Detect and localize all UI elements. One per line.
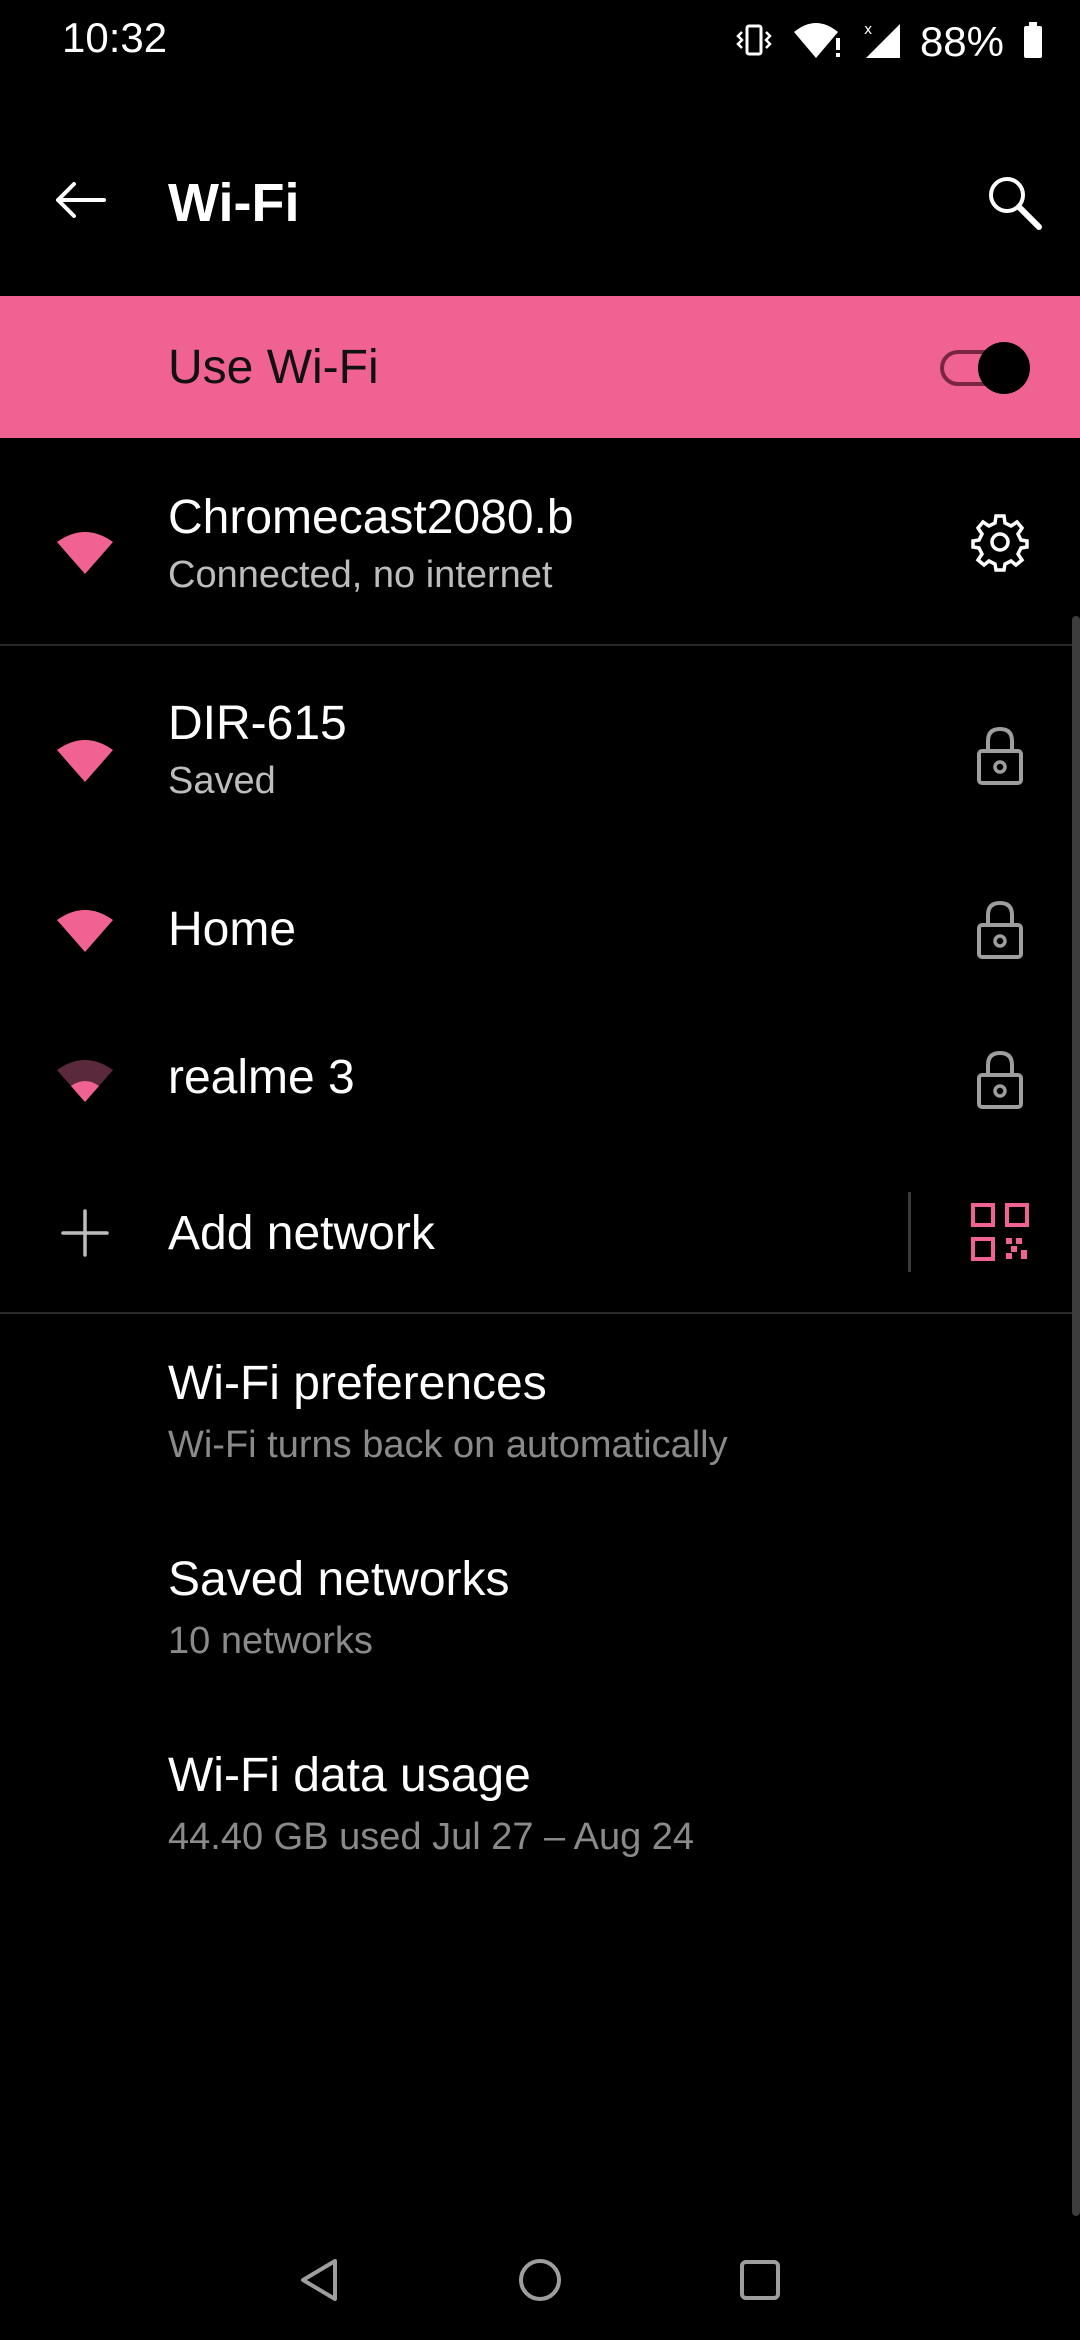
wifi-preferences-subtitle: Wi-Fi turns back on automatically: [168, 1424, 728, 1466]
scrollbar[interactable]: [1072, 616, 1080, 2216]
battery-icon: [1022, 20, 1044, 65]
wifi-signal-weak-icon: [50, 1046, 120, 1116]
use-wifi-label: Use Wi-Fi: [168, 341, 379, 394]
connected-network-row[interactable]: Chromecast2080.b Connected, no internet: [0, 470, 1080, 640]
vibrate-icon: [734, 20, 774, 65]
saved-networks-row[interactable]: Saved networks 10 networks: [0, 1540, 1080, 1710]
search-icon: [989, 177, 1042, 230]
back-button[interactable]: [40, 160, 120, 240]
circle-home-icon: [519, 2259, 561, 2301]
divider: [0, 644, 1080, 646]
lock-icon: [960, 1040, 1040, 1120]
saved-networks-subtitle: 10 networks: [168, 1620, 373, 1662]
nav-recents-button[interactable]: [720, 2240, 800, 2320]
network-name: DIR-615: [168, 697, 347, 750]
network-settings-button[interactable]: [960, 502, 1040, 582]
wifi-data-usage-title: Wi-Fi data usage: [168, 1749, 531, 1802]
app-bar: Wi-Fi: [0, 120, 1080, 290]
network-name: realme 3: [168, 1051, 355, 1104]
wifi-signal-full-icon: [50, 518, 120, 588]
use-wifi-toggle-row[interactable]: Use Wi-Fi: [0, 296, 1080, 438]
wifi-data-usage-row[interactable]: Wi-Fi data usage 44.40 GB used Jul 27 – …: [0, 1736, 1080, 1906]
add-network-row[interactable]: Add network: [0, 1170, 1080, 1294]
wifi-status-icon: [792, 20, 844, 65]
lock-icon: [960, 716, 1040, 796]
add-network-label: Add network: [168, 1207, 435, 1260]
status-icons: x 88%: [734, 14, 1044, 70]
network-row[interactable]: Home: [0, 866, 1080, 996]
qr-code-icon: [971, 1203, 1029, 1261]
network-status: Saved: [168, 760, 276, 802]
divider: [0, 1312, 1080, 1314]
lock-icon: [960, 890, 1040, 970]
page-title: Wi-Fi: [168, 173, 300, 233]
navigation-bar: [0, 2220, 1080, 2340]
wifi-preferences-title: Wi-Fi preferences: [168, 1357, 547, 1410]
svg-text:x: x: [864, 22, 872, 38]
network-name: Home: [168, 903, 297, 956]
search-button[interactable]: [970, 158, 1060, 248]
nav-back-button[interactable]: [280, 2240, 360, 2320]
wifi-settings-screen: 10:32 x 88% Wi-Fi Use Wi-Fi Chromecast20…: [0, 0, 1080, 2340]
square-recents-icon: [740, 2260, 780, 2300]
network-row[interactable]: realme 3: [0, 1016, 1080, 1146]
battery-percent: 88%: [919, 18, 1004, 65]
gear-icon: [971, 514, 1029, 572]
network-row[interactable]: DIR-615 Saved: [0, 676, 1080, 846]
status-bar: 10:32 x 88%: [0, 0, 1080, 84]
vertical-divider: [908, 1192, 911, 1272]
nav-home-button[interactable]: [500, 2240, 580, 2320]
wifi-signal-full-icon: [50, 896, 120, 966]
plus-icon: [50, 1198, 120, 1268]
wifi-data-usage-subtitle: 44.40 GB used Jul 27 – Aug 24: [168, 1816, 695, 1858]
saved-networks-title: Saved networks: [168, 1553, 510, 1606]
use-wifi-switch[interactable]: [940, 338, 1030, 394]
triangle-back-icon: [301, 2259, 337, 2301]
status-time: 10:32: [62, 14, 168, 61]
arrow-back-icon: [56, 182, 106, 218]
cell-signal-icon: x: [862, 20, 902, 65]
wifi-signal-full-icon: [50, 726, 120, 796]
wifi-preferences-row[interactable]: Wi-Fi preferences Wi-Fi turns back on au…: [0, 1344, 1080, 1514]
qr-scan-button[interactable]: [960, 1192, 1040, 1272]
switch-thumb: [978, 342, 1030, 394]
connected-network-status: Connected, no internet: [168, 554, 553, 596]
connected-network-name: Chromecast2080.b: [168, 491, 574, 544]
